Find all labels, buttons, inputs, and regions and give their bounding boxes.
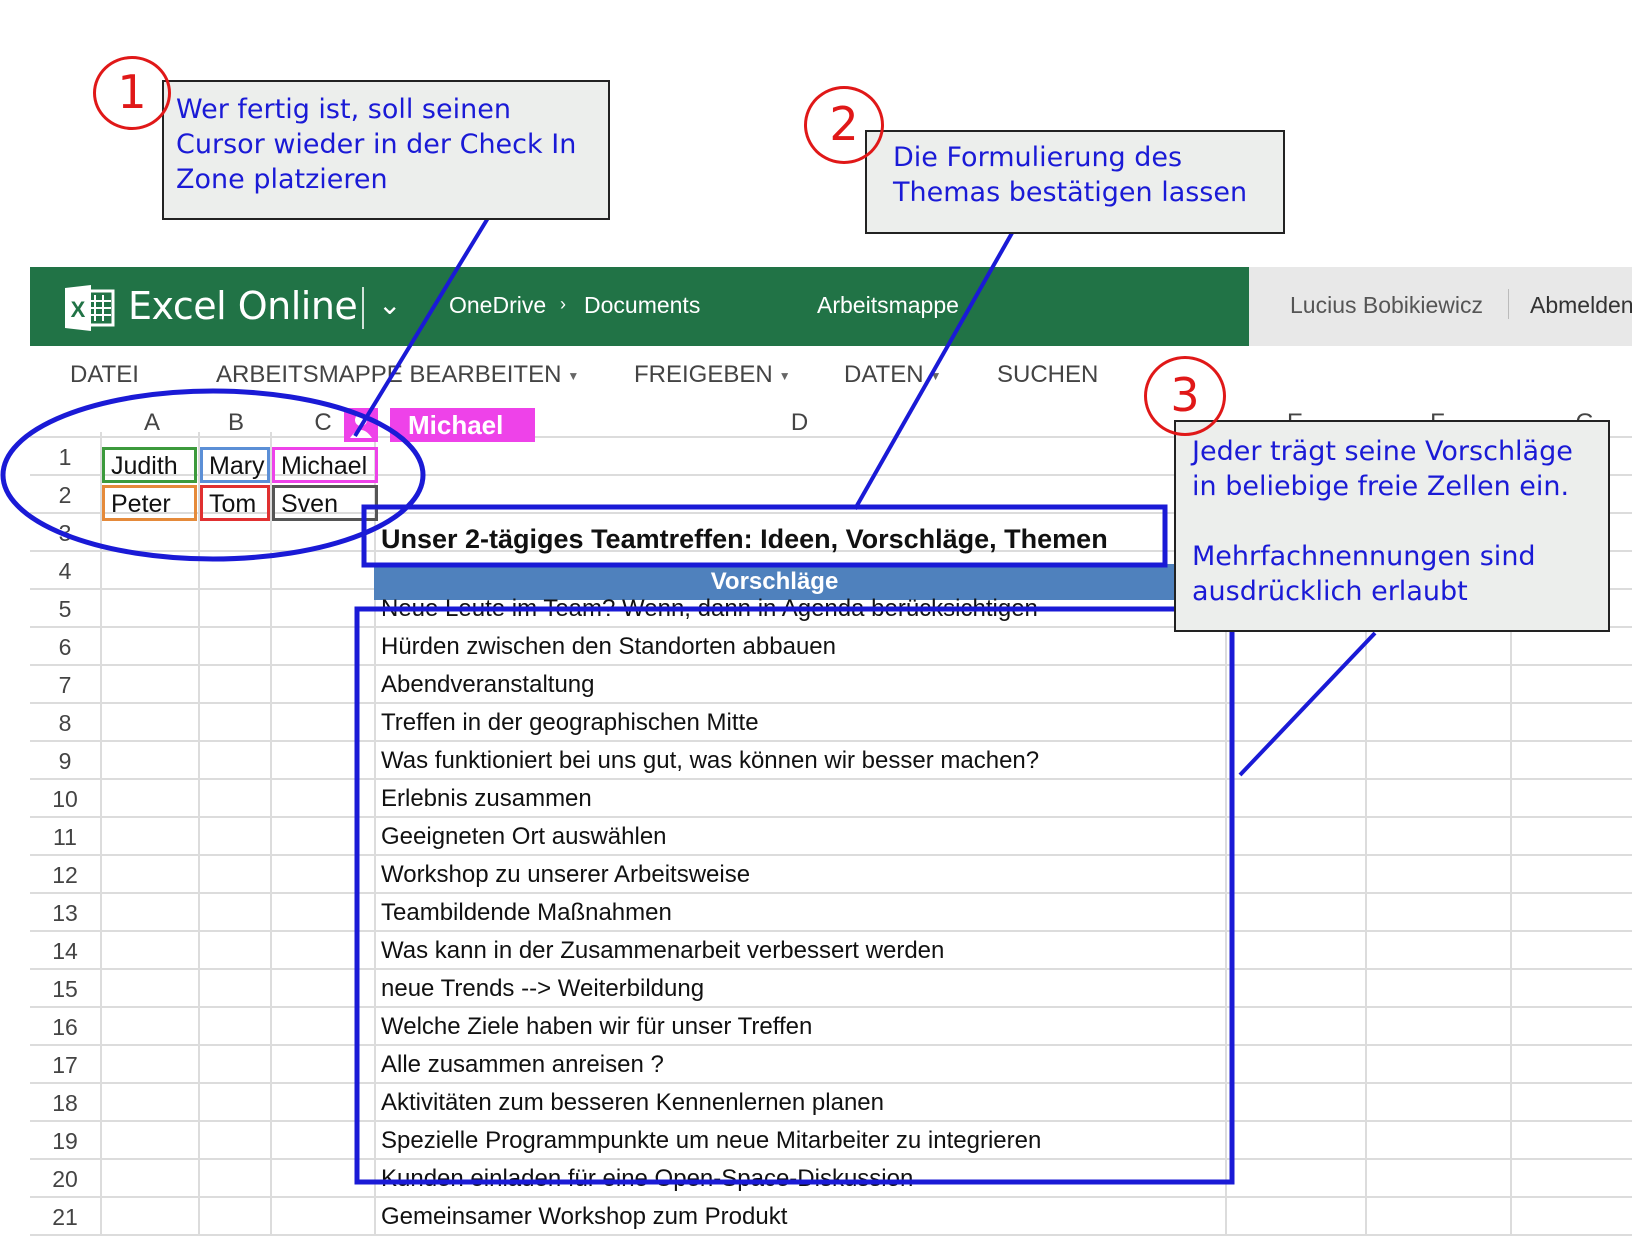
annotation-number-3: 3 (1144, 356, 1226, 436)
title-highlight-box (361, 504, 1168, 568)
annotation-number-1: 1 (93, 56, 171, 130)
pointer-line-1 (353, 216, 490, 438)
pointer-line-3 (1238, 631, 1377, 777)
pointer-line-2 (853, 232, 1014, 510)
annotation-number-2: 2 (804, 86, 884, 164)
checkin-zone-ellipse (0, 388, 426, 562)
callout-1: Wer fertig ist, soll seinen Cursor wiede… (162, 80, 610, 220)
callout-3: Jeder trägt seine Vorschläge in beliebig… (1174, 420, 1610, 632)
suggestions-highlight-box (354, 606, 1235, 1185)
callout-2: Die Formulierung des Themas bestätigen l… (865, 130, 1285, 234)
